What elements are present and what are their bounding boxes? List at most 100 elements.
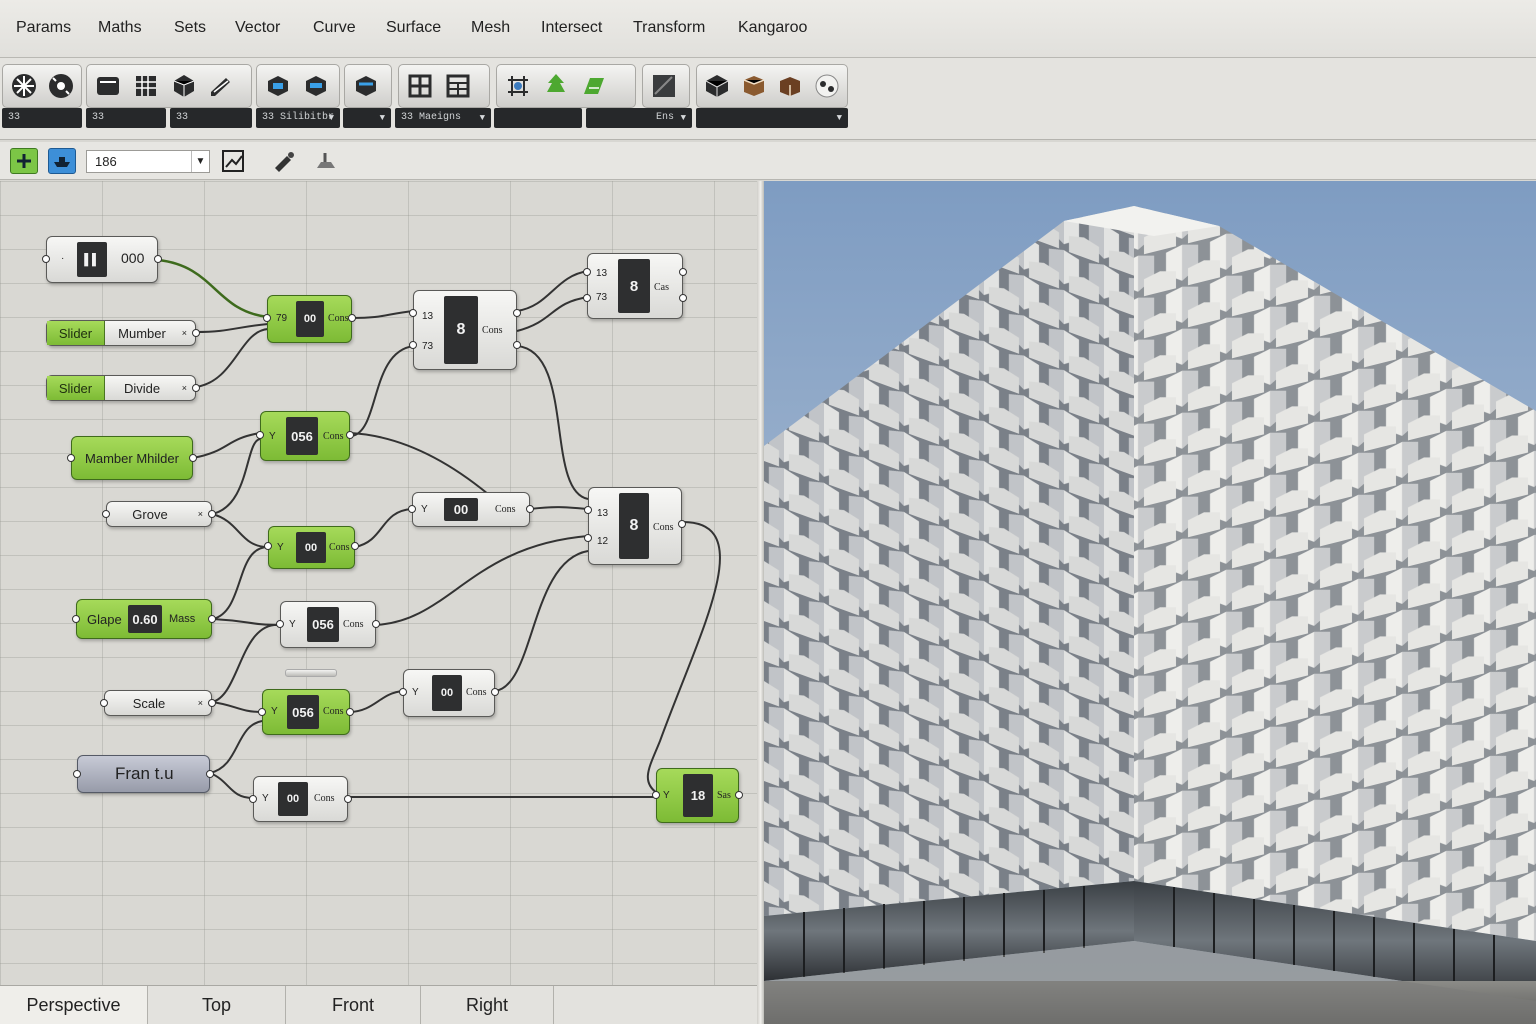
- number-node[interactable]: ▌▌ · 000: [42, 236, 162, 283]
- ribbon-sublabel-2[interactable]: 33: [86, 108, 166, 128]
- graph-icon[interactable]: [220, 148, 248, 174]
- input-port[interactable]: [72, 615, 80, 623]
- input-port[interactable]: [652, 791, 660, 799]
- output-port[interactable]: [351, 542, 359, 550]
- input-port[interactable]: [409, 341, 417, 349]
- component-node[interactable]: 13 73 8 Cas: [583, 253, 687, 319]
- output-port[interactable]: [735, 791, 743, 799]
- ribbon-sublabel-9[interactable]: ▼: [696, 108, 848, 128]
- render-viewport[interactable]: [764, 181, 1536, 1024]
- input-port[interactable]: [409, 309, 417, 317]
- grid-alt-icon[interactable]: [442, 70, 474, 102]
- network-icon[interactable]: [502, 70, 534, 102]
- brown-box-alt-icon[interactable]: [775, 70, 806, 102]
- output-port[interactable]: [189, 454, 197, 462]
- glape-node[interactable]: Glape 0.60 Mass: [72, 599, 216, 639]
- tab-right[interactable]: Right: [421, 986, 554, 1024]
- input-port[interactable]: [100, 699, 108, 707]
- green-star-icon[interactable]: [540, 70, 572, 102]
- mamber-mhilder-node[interactable]: Mamber Mhilder: [67, 436, 197, 480]
- menu-transform[interactable]: Transform: [633, 19, 705, 37]
- grove-node[interactable]: Grove ×: [102, 501, 216, 527]
- pen-icon[interactable]: [206, 70, 238, 102]
- output-port[interactable]: [491, 688, 499, 696]
- close-icon[interactable]: ×: [182, 383, 187, 393]
- component-node[interactable]: Y 056 Cons: [276, 601, 380, 648]
- blue-box-alt-icon[interactable]: [300, 70, 332, 102]
- cube-solid-icon[interactable]: [168, 70, 200, 102]
- blue-box-icon[interactable]: [262, 70, 294, 102]
- panel-icon[interactable]: [92, 70, 124, 102]
- component-node[interactable]: Y 00 Cons: [264, 526, 359, 569]
- gear-node-icon[interactable]: [45, 70, 76, 102]
- component-node[interactable]: Y 056 Cons: [258, 689, 354, 735]
- close-icon[interactable]: ×: [198, 698, 203, 708]
- menu-params[interactable]: Params: [16, 19, 71, 37]
- close-icon[interactable]: ×: [182, 328, 187, 338]
- input-port[interactable]: [249, 795, 257, 803]
- input-port[interactable]: [263, 314, 271, 322]
- split-divider[interactable]: [757, 181, 764, 1024]
- component-node[interactable]: Y 00 Cons: [399, 669, 499, 717]
- input-port[interactable]: [264, 542, 272, 550]
- output-port[interactable]: [679, 268, 687, 276]
- paint-icon[interactable]: [270, 148, 298, 174]
- output-port[interactable]: [344, 795, 352, 803]
- blue-mesh-icon[interactable]: [350, 70, 382, 102]
- input-port[interactable]: [583, 268, 591, 276]
- component-node-large[interactable]: 13 73 8 Cons: [409, 290, 521, 370]
- component-node-large[interactable]: 13 12 8 Cons: [584, 487, 686, 565]
- green-plane-icon[interactable]: [578, 70, 610, 102]
- ribbon-sublabel-8[interactable]: Ens ▼: [586, 108, 692, 128]
- ribbon-sublabel-4[interactable]: 33 Silibitbr ▼: [256, 108, 340, 128]
- output-port[interactable]: [154, 255, 162, 263]
- ribbon-sublabel-5[interactable]: ▼: [343, 108, 391, 128]
- input-port[interactable]: [67, 454, 75, 462]
- fran-node[interactable]: Fran t.u: [73, 755, 214, 793]
- output-port[interactable]: [208, 615, 216, 623]
- output-port[interactable]: [208, 510, 216, 518]
- box-icon[interactable]: [702, 70, 733, 102]
- output-port[interactable]: [206, 770, 214, 778]
- ribbon-sublabel-3[interactable]: 33: [170, 108, 252, 128]
- input-port[interactable]: [258, 708, 266, 716]
- menu-intersect[interactable]: Intersect: [541, 19, 602, 37]
- component-node[interactable]: Y 00 Cons: [408, 492, 534, 527]
- node-canvas[interactable]: ▌▌ · 000 Slider Mumber × Slider Divide ×…: [0, 181, 757, 985]
- menu-curve[interactable]: Curve: [313, 19, 356, 37]
- close-icon[interactable]: ×: [198, 509, 203, 519]
- hand-icon[interactable]: [312, 148, 340, 174]
- input-port[interactable]: [256, 431, 264, 439]
- input-port[interactable]: [584, 506, 592, 514]
- ribbon-sublabel-6[interactable]: 33 Maeigns ▼: [395, 108, 491, 128]
- output-port[interactable]: [346, 708, 354, 716]
- output-port[interactable]: [192, 384, 200, 392]
- ribbon-sublabel-7[interactable]: [494, 108, 582, 128]
- menu-mesh[interactable]: Mesh: [471, 19, 510, 37]
- output-port[interactable]: [678, 520, 686, 528]
- input-port[interactable]: [408, 505, 416, 513]
- menu-kangaroo[interactable]: Kangaroo: [738, 19, 807, 37]
- input-port[interactable]: [276, 620, 284, 628]
- tab-top[interactable]: Top: [148, 986, 286, 1024]
- menu-sets[interactable]: Sets: [174, 19, 206, 37]
- output-component-node[interactable]: Y 18 Sas: [652, 768, 743, 823]
- component-node[interactable]: Y 00 Cons: [249, 776, 352, 822]
- output-port[interactable]: [526, 505, 534, 513]
- output-port[interactable]: [513, 309, 521, 317]
- ribbon-sublabel-1[interactable]: 33: [2, 108, 82, 128]
- output-port[interactable]: [348, 314, 356, 322]
- menu-surface[interactable]: Surface: [386, 19, 441, 37]
- chevron-down-icon[interactable]: ▼: [191, 151, 209, 172]
- component-node[interactable]: 79 00 Cons: [263, 295, 356, 343]
- tab-perspective[interactable]: Perspective: [0, 986, 148, 1024]
- tab-front[interactable]: Front: [286, 986, 421, 1024]
- input-port[interactable]: [399, 688, 407, 696]
- canvas-scroll-handle[interactable]: [285, 669, 337, 677]
- divide-slider[interactable]: Slider Divide ×: [46, 375, 200, 401]
- atom-icon[interactable]: [8, 70, 39, 102]
- grid-icon[interactable]: [404, 70, 436, 102]
- nodes-icon[interactable]: [812, 70, 843, 102]
- output-port[interactable]: [346, 431, 354, 439]
- input-port[interactable]: [583, 294, 591, 302]
